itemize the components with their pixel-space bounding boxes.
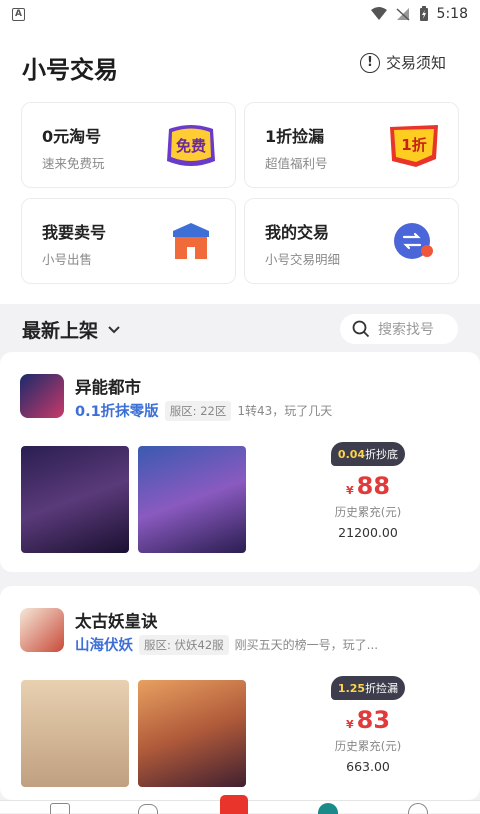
- discount-tag: 1.25折捡漏: [330, 676, 406, 700]
- page-title: 小号交易: [22, 56, 118, 84]
- discount-badge-text: 1折: [401, 136, 427, 154]
- card-discount-pick[interactable]: 1折捡漏 超值福利号 1折: [244, 102, 459, 188]
- listing-description: 1转43，玩了几天: [237, 404, 333, 418]
- bottom-nav: [0, 795, 480, 814]
- status-time: 5:18: [436, 6, 468, 22]
- card-free-account[interactable]: 0元淘号 速来免费玩 免费: [21, 102, 236, 188]
- nav-game-icon[interactable]: [318, 803, 338, 814]
- nav-center-icon[interactable]: [220, 795, 248, 814]
- card-title: 0元淘号: [42, 127, 102, 146]
- nav-home-icon[interactable]: [50, 803, 70, 814]
- price: ¥83: [345, 706, 391, 734]
- free-badge-icon: 免费: [163, 121, 219, 171]
- status-bar: A 5:18: [0, 0, 480, 28]
- listing-card[interactable]: 异能都市 0.1折抹零版 服区: 22区 1转43，玩了几天 0.04折抄底 ¥…: [0, 352, 480, 572]
- card-title: 1折捡漏: [265, 127, 325, 146]
- history-value: 663.00: [346, 759, 390, 774]
- battery-icon: [419, 6, 428, 21]
- game-name: 太古妖皇诀: [75, 612, 158, 631]
- app-notification-icon: A: [12, 7, 25, 21]
- screenshot-thumbnail[interactable]: [21, 680, 129, 787]
- screenshot-thumbnail[interactable]: [138, 680, 246, 787]
- price-box: 0.04折抄底 ¥88 历史累充(元) 21200.00: [328, 442, 408, 540]
- server-name: 0.1折抹零版: [75, 404, 159, 420]
- listing-description: 刚买五天的榜一号，玩了...: [234, 638, 379, 652]
- listing-sub-row: 0.1折抹零版 服区: 22区 1转43，玩了几天: [75, 400, 332, 421]
- card-subtitle: 小号交易明细: [265, 252, 341, 267]
- game-name: 异能都市: [75, 378, 141, 397]
- trade-notice-label: 交易须知: [385, 54, 446, 72]
- search-box[interactable]: 搜索找号: [340, 314, 458, 344]
- server-name: 山海伏妖: [75, 638, 133, 654]
- top-area: 小号交易 ! 交易须知 0元淘号 速来免费玩 免费 1折捡漏 超值福利号 1折 …: [0, 28, 480, 304]
- trade-notice-button[interactable]: ! 交易须知: [359, 52, 446, 73]
- card-sell-account[interactable]: 我要卖号 小号出售: [21, 198, 236, 284]
- discount-badge-icon: 1折: [386, 121, 442, 171]
- section-title-label: 最新上架: [22, 320, 99, 342]
- card-title: 我的交易: [265, 223, 330, 242]
- server-tag: 服区: 22区: [164, 400, 232, 421]
- wifi-icon: [370, 7, 387, 20]
- game-icon: [20, 374, 64, 418]
- free-badge-text: 免费: [175, 137, 206, 155]
- search-placeholder: 搜索找号: [378, 322, 434, 338]
- info-icon: !: [359, 52, 380, 73]
- card-subtitle: 小号出售: [42, 252, 93, 267]
- card-subtitle: 超值福利号: [265, 156, 328, 171]
- listing-sub-row: 山海伏妖 服区: 伏妖42服 刚买五天的榜一号，玩了...: [75, 634, 378, 655]
- nav-profile-icon[interactable]: [408, 803, 428, 814]
- screenshot-thumbnail[interactable]: [21, 446, 129, 553]
- price-box: 1.25折捡漏 ¥83 历史累充(元) 663.00: [328, 676, 408, 774]
- price: ¥88: [345, 472, 391, 500]
- card-title: 我要卖号: [42, 223, 107, 242]
- history-label: 历史累充(元): [334, 739, 402, 753]
- latest-listings-dropdown[interactable]: 最新上架: [22, 316, 120, 343]
- chevron-down-icon: [108, 325, 120, 333]
- swap-icon: [386, 217, 442, 267]
- listing-card[interactable]: 太古妖皇诀 山海伏妖 服区: 伏妖42服 刚买五天的榜一号，玩了... 1.25…: [0, 586, 480, 800]
- section-bar: 最新上架 搜索找号: [0, 304, 480, 352]
- search-icon: [352, 320, 370, 338]
- shop-icon: [163, 217, 219, 267]
- card-my-trades[interactable]: 我的交易 小号交易明细: [244, 198, 459, 284]
- screenshot-thumbnail[interactable]: [138, 446, 246, 553]
- no-signal-icon: [396, 8, 410, 21]
- history-label: 历史累充(元): [334, 505, 402, 519]
- server-tag: 服区: 伏妖42服: [139, 634, 229, 655]
- history-value: 21200.00: [338, 525, 398, 540]
- discount-tag: 0.04折抄底: [330, 442, 406, 466]
- card-subtitle: 速来免费玩: [42, 156, 105, 171]
- game-icon: [20, 608, 64, 652]
